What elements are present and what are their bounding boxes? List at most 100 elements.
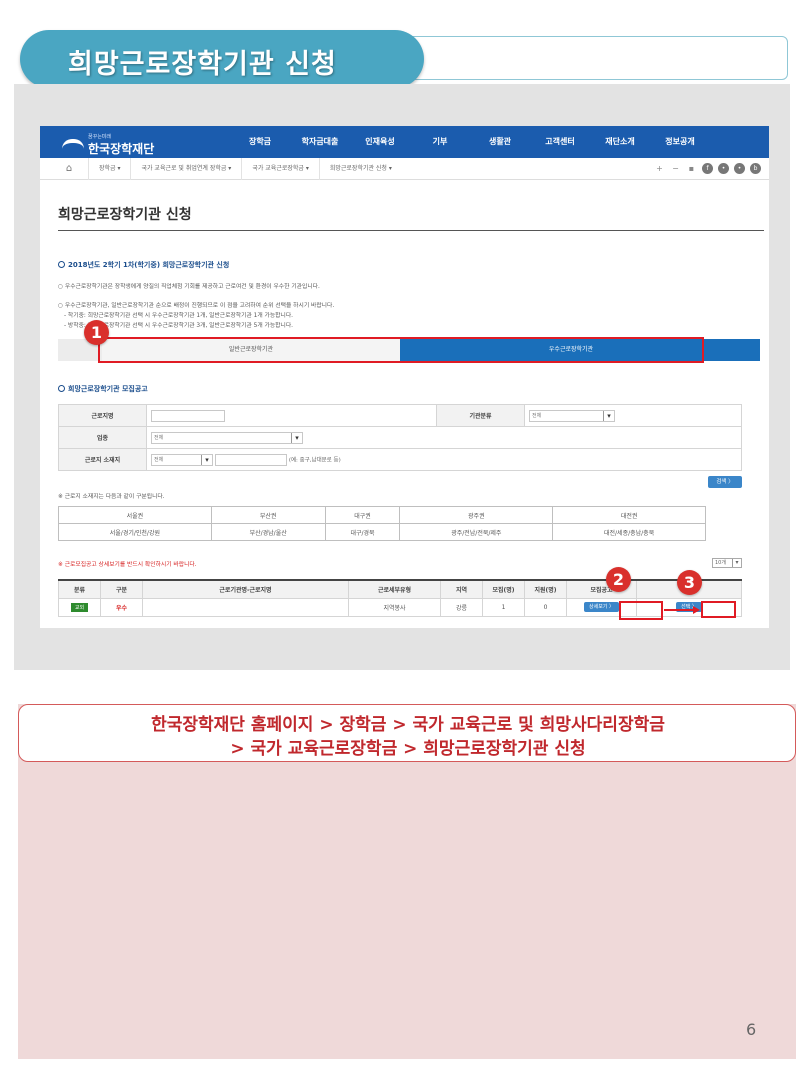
notice-text-3: - 학기중: 희망근로장학기관 선택 시 우수근로장학기관 1개, 일반근로장학…: [64, 313, 294, 319]
per-page-select[interactable]: 10개 ▾: [712, 558, 742, 568]
highlight-detail-button: [619, 601, 663, 620]
grade-text: 우수: [115, 604, 128, 612]
notice-text-2: ○ 우수근로장학기관, 일반근로장학기관 순으로 배정이 진행되므로 이 점을 …: [58, 303, 335, 309]
nav-item-dormitory[interactable]: 생활관: [470, 126, 530, 158]
location-select[interactable]: 전체 ▾: [151, 453, 213, 466]
nav-item-loan[interactable]: 학자금대출: [290, 126, 350, 158]
path-line-2: > 국가 교육근로장학금 > 희망근로장학기관 신청: [230, 739, 586, 759]
org-name-cell: [142, 597, 349, 617]
region-header-daejeon: 대전권: [552, 506, 706, 524]
breadcrumb-item-work-scholarship[interactable]: 국가 교육근로 및 취업연계 장학금 ▾: [130, 158, 241, 180]
logo-slogan: 꿈꾸는미래: [88, 134, 112, 140]
workplace-label: 근로지명: [58, 404, 147, 427]
location-hint: (예: 중구,남대문로 등): [288, 457, 341, 463]
logo-icon: [62, 139, 84, 149]
location-detail-input[interactable]: [214, 453, 287, 466]
recruit-cell: 1: [482, 597, 525, 617]
region-table: 서울권 부산권 대구권 광주권 대전권 서울/경기/인천/강원 부산/경남/울산…: [58, 506, 706, 541]
detail-view-button[interactable]: 상세보기 〉: [584, 602, 619, 612]
nav-item-info[interactable]: 정보공개: [650, 126, 710, 158]
search-button[interactable]: 검색 〉: [708, 476, 742, 488]
type-badge: 교외: [70, 602, 89, 612]
col-org-name: 근로기관명-근로지명: [142, 579, 349, 599]
nav-item-about[interactable]: 재단소개: [590, 126, 650, 158]
chevron-down-icon: ▾: [603, 410, 614, 421]
region-header-busan: 부산권: [210, 506, 326, 524]
per-page-value: 10개: [715, 560, 726, 566]
home-icon[interactable]: ⌂: [62, 162, 76, 176]
step-3-badge: 3: [677, 570, 702, 595]
path-line-1: 한국장학재단 홈페이지 > 장학금 > 국가 교육근로 및 희망사다리장학금: [151, 715, 665, 735]
region-header-seoul: 서울권: [58, 506, 212, 524]
col-category: 분류: [58, 579, 101, 599]
site-nav-bar: 꿈꾸는미래 한국장학재단 장학금 학자금대출 인재육성 기부 생활관 고객센터 …: [40, 126, 769, 158]
page-number: 6: [746, 1020, 757, 1039]
region-note: ※ 근로지 소재지는 다음과 같이 구분됩니다.: [58, 494, 165, 500]
title-divider: [58, 230, 764, 231]
detail-type-cell: 지역봉사: [348, 597, 441, 617]
col-region: 지역: [440, 579, 483, 599]
nav-item-talent[interactable]: 인재육성: [350, 126, 410, 158]
location-label: 근로지 소재지: [58, 448, 147, 471]
org-class-select[interactable]: 전체 ▾: [529, 409, 615, 422]
zoom-out-icon[interactable]: −: [670, 163, 681, 174]
slide-title: 희망근로장학기관 신청: [68, 49, 337, 80]
col-applied: 지원(명): [524, 579, 567, 599]
facebook-icon[interactable]: f: [702, 163, 713, 174]
blog-icon[interactable]: •: [734, 163, 745, 174]
region-header-gwangju: 광주권: [399, 506, 554, 524]
org-class-value: 전체: [532, 412, 542, 419]
arrow-right-icon: [693, 606, 700, 614]
print-icon[interactable]: ▪: [686, 163, 697, 174]
notice-text-1: ○ 우수근로장학기관은 장학생에게 양질의 직업체험 기회를 제공하고 근로여건…: [58, 284, 320, 290]
breadcrumb-item-national-work[interactable]: 국가 교육근로장학금 ▾: [241, 158, 319, 180]
share-icon[interactable]: •: [718, 163, 729, 174]
industry-value: 전체: [154, 434, 164, 441]
search-form: 근로지명 기관분류 전체 ▾ 업종 전체 ▾ 근로지 소재지 전체 ▾ (예: …: [58, 404, 742, 471]
main-menu: 장학금 학자금대출 인재육성 기부 생활관 고객센터 재단소개 정보공개: [230, 126, 710, 158]
applied-cell: 0: [524, 597, 567, 617]
zoom-in-icon[interactable]: +: [654, 163, 665, 174]
workplace-input[interactable]: [151, 409, 225, 422]
region-header-daegu: 대구권: [324, 506, 401, 524]
region-value-gwangju: 광주/전남/전북/제주: [399, 523, 554, 541]
highlight-select-button: [701, 601, 736, 618]
region-value-busan: 부산/경남/울산: [210, 523, 326, 541]
tab-bar-end: [742, 339, 760, 361]
breadcrumb: ⌂ 장학금 ▾ 국가 교육근로 및 취업연계 장학금 ▾ 국가 교육근로장학금 …: [40, 158, 769, 180]
page-tools: + − ▪ f • • b: [654, 163, 761, 174]
breadcrumb-item-current[interactable]: 희망근로장학기관 신청 ▾: [318, 158, 402, 180]
step-2-badge: 2: [606, 567, 631, 592]
nav-item-customer-center[interactable]: 고객센터: [530, 126, 590, 158]
results-note: ※ 근로모집공고 상세보기를 반드시 확인하시기 바랍니다.: [58, 562, 197, 568]
col-detail-type: 근로세부유형: [348, 579, 441, 599]
title-bar-outline: [372, 36, 788, 80]
logo-text: 한국장학재단: [88, 142, 155, 156]
nav-item-scholarship[interactable]: 장학금: [230, 126, 290, 158]
location-value: 전체: [154, 456, 164, 463]
kosaf-website: 꿈꾸는미래 한국장학재단 장학금 학자금대출 인재육성 기부 생활관 고객센터 …: [40, 126, 769, 628]
industry-select[interactable]: 전체 ▾: [151, 431, 303, 444]
page-title: 희망근로장학기관 신청: [58, 207, 192, 223]
path-box: 한국장학재단 홈페이지 > 장학금 > 국가 교육근로 및 희망사다리장학금 >…: [18, 704, 796, 762]
col-grade: 구분: [100, 579, 143, 599]
highlight-tabs: [98, 337, 704, 363]
arrow-line: [664, 609, 694, 611]
notice-title: 2018년도 2학기 1차(학기중) 희망근로장학기관 신청: [58, 260, 229, 270]
breadcrumb-item-scholarship[interactable]: 장학금 ▾: [88, 158, 130, 180]
region-value-seoul: 서울/경기/인천/강원: [58, 523, 212, 541]
slide-title-pill: 희망근로장학기관 신청: [20, 30, 424, 88]
chevron-down-icon: ▾: [201, 454, 212, 465]
nav-item-donation[interactable]: 기부: [410, 126, 470, 158]
chevron-down-icon: ▾: [732, 559, 741, 567]
region-value-daegu: 대구/경북: [324, 523, 401, 541]
chevron-down-icon: ▾: [291, 432, 302, 443]
org-class-label: 기관분류: [436, 404, 525, 427]
kakao-icon[interactable]: b: [750, 163, 761, 174]
col-recruit: 모집(명): [482, 579, 525, 599]
region-value-daejeon: 대전/세종/충남/충북: [552, 523, 706, 541]
region-cell: 강릉: [440, 597, 483, 617]
industry-label: 업종: [58, 426, 147, 449]
recruit-section-title: 희망근로장학기관 모집공고: [58, 384, 148, 394]
breadcrumb-items: 장학금 ▾ 국가 교육근로 및 취업연계 장학금 ▾ 국가 교육근로장학금 ▾ …: [88, 158, 402, 180]
